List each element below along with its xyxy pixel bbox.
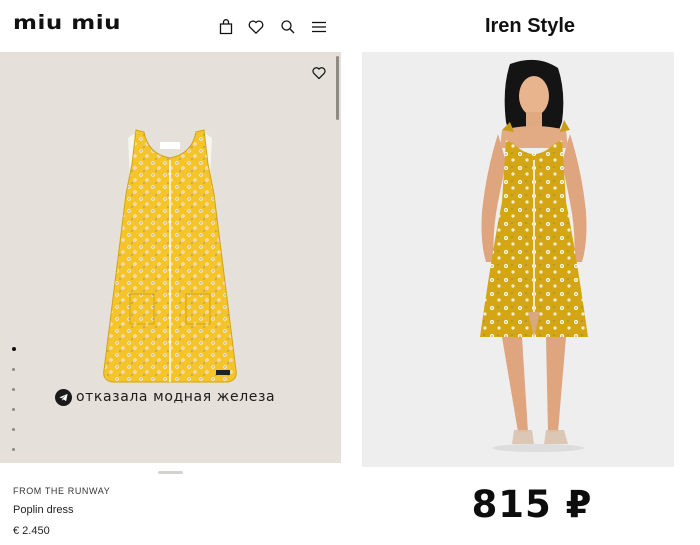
model-wearing-dress-image	[480, 59, 588, 452]
product-price-rub: 815 ₽	[471, 483, 593, 526]
product-price: € 2.450	[13, 525, 50, 537]
brand-title: Iren Style	[484, 15, 576, 37]
brand-logo[interactable]: miu miu	[13, 12, 121, 34]
telegram-icon	[55, 388, 72, 406]
carousel-dot[interactable]	[12, 428, 15, 431]
wishlist-heart-icon[interactable]	[311, 65, 327, 81]
carousel-dot[interactable]	[12, 388, 15, 391]
telegram-watermark: отказала модная железа	[55, 387, 275, 407]
carousel-dot-active[interactable]	[12, 347, 16, 351]
model-photo	[362, 52, 674, 467]
product-category: FROM THE RUNWAY	[13, 486, 111, 496]
carousel-pagination	[12, 347, 18, 463]
product-info: FROM THE RUNWAY Poplin dress € 2.450	[13, 486, 110, 537]
search-icon[interactable]	[279, 18, 297, 36]
menu-icon[interactable]	[310, 18, 328, 36]
scrollbar[interactable]	[336, 56, 339, 120]
bag-icon[interactable]	[217, 18, 235, 36]
sheet-drag-handle[interactable]	[158, 471, 183, 474]
carousel-dot[interactable]	[12, 368, 15, 371]
miumiu-product-panel: miu miu отказала модная железа FROM THE …	[0, 0, 341, 545]
top-navigation-bar: miu miu	[0, 0, 341, 52]
heart-icon[interactable]	[247, 18, 265, 36]
iren-style-product-panel: Iren Style 815 ₽	[362, 0, 674, 545]
carousel-dot[interactable]	[12, 408, 15, 411]
watermark-text: отказала модная железа	[76, 389, 276, 405]
product-name[interactable]: Poplin dress	[13, 504, 110, 516]
carousel-dot[interactable]	[12, 448, 15, 451]
product-dress-image	[103, 129, 237, 383]
product-image-carousel[interactable]: отказала модная железа	[0, 52, 341, 463]
